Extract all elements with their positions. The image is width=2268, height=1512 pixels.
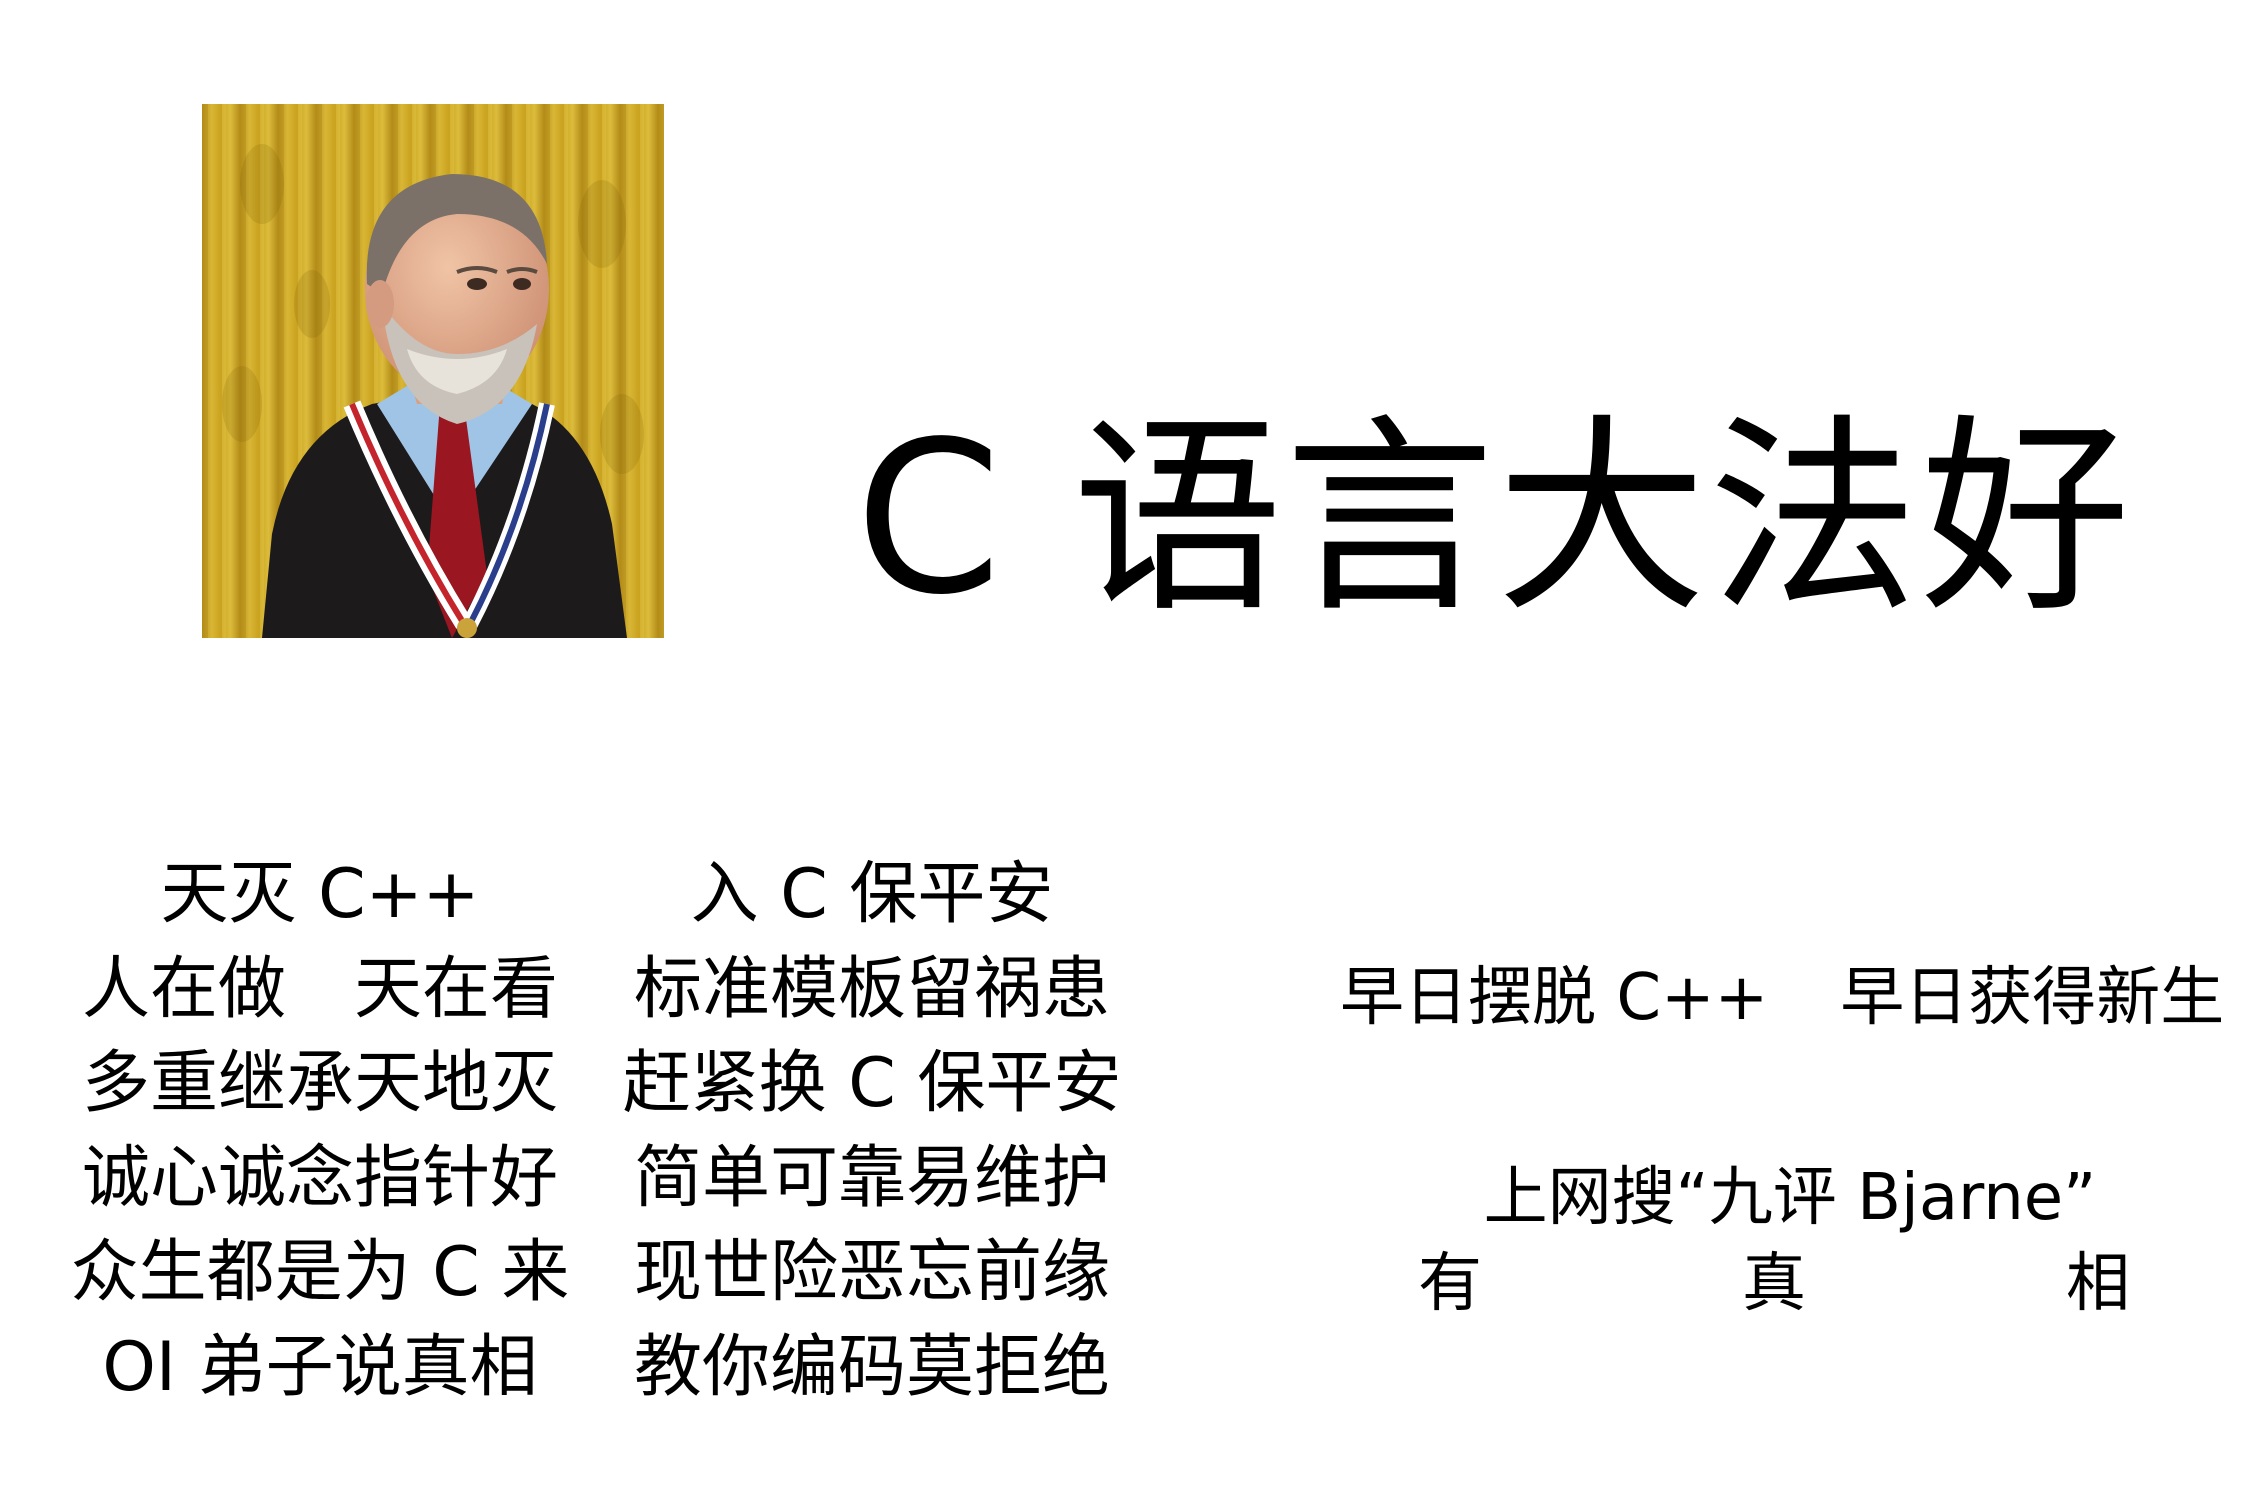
poem-right-column: 入 C 保平安 标准模板留祸患 赶紧换 C 保平安 简单可靠易维护 现世险恶忘前… <box>612 848 1132 1415</box>
poem-right-line: 简单可靠易维护 <box>633 1138 1110 1218</box>
poem-left-line: 诚心诚念指针好 <box>81 1138 558 1218</box>
portrait-photo <box>202 104 664 638</box>
poem-left-line: OI 弟子说真相 <box>102 1327 538 1407</box>
poem-left-line: 人在做 天在看 <box>81 949 558 1029</box>
slogan: 早日摆脱 C++ 早日获得新生 <box>1340 958 2224 1038</box>
poem-right-line: 入 C 保平安 <box>690 855 1054 934</box>
slogan-part-1: 早日摆脱 C++ <box>1340 961 1769 1035</box>
truth-line: 有 真 相 <box>1418 1244 2130 1324</box>
truth-char: 真 <box>1742 1247 1806 1321</box>
poem-left-line: 多重继承天地灭 <box>81 1044 558 1123</box>
poem-left-column: 天灭 C++ 人在做 天在看 多重继承天地灭 诚心诚念指针好 众生都是为 C 来… <box>60 848 580 1415</box>
poem-right-line: 赶紧换 C 保平安 <box>622 1044 1122 1123</box>
poem-right-line: 标准模板留祸患 <box>633 949 1110 1029</box>
portrait-illustration <box>202 104 664 638</box>
poem-left-line: 天灭 C++ <box>160 855 480 934</box>
poem-left-line: 众生都是为 C 来 <box>70 1233 570 1312</box>
poem-right-line: 现世险恶忘前缘 <box>633 1233 1110 1312</box>
search-hint: 上网搜“九评 Bjarne” <box>1483 1161 2097 1235</box>
page-title: C 语言大法好 <box>855 395 2133 641</box>
slogan-part-2: 早日获得新生 <box>1840 961 2225 1035</box>
truth-char: 有 <box>1418 1247 1482 1321</box>
truth-char: 相 <box>2066 1247 2130 1321</box>
poem-right-line: 教你编码莫拒绝 <box>633 1327 1110 1407</box>
